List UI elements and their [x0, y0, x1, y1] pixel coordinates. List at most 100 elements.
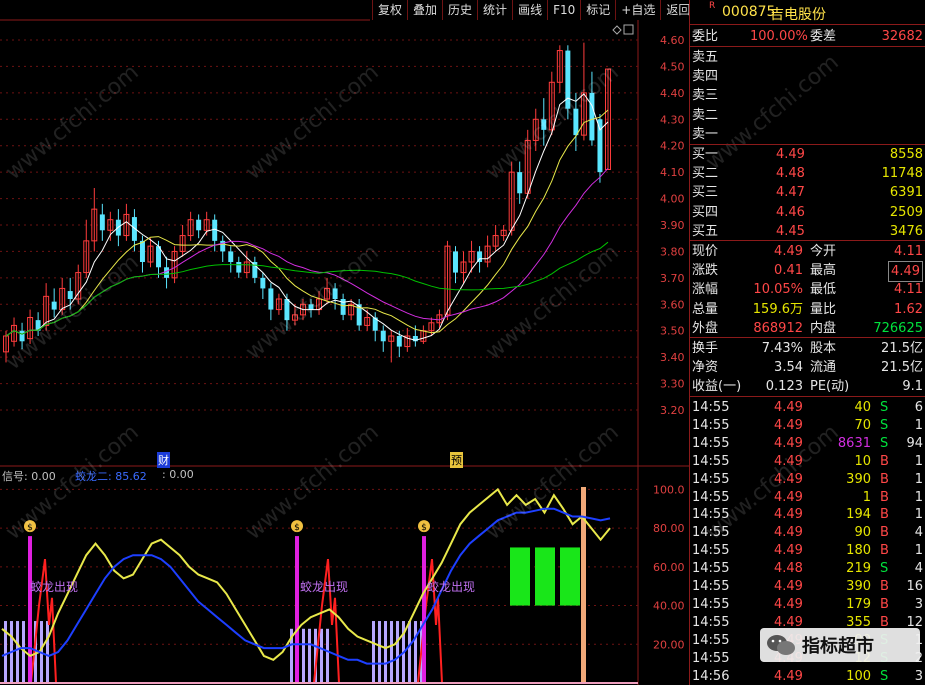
toolbar-button-3[interactable]: 统计: [477, 0, 512, 20]
tick-row: 14:55 4.49 1 B 1: [692, 488, 923, 507]
ma-line-40: [5, 241, 609, 337]
ask-label: 卖一: [692, 126, 719, 142]
base-bar: [16, 621, 19, 683]
stat-label: 涨跌: [692, 263, 719, 279]
price-tick-label: 3.80: [660, 245, 685, 258]
tick-direction: B: [880, 596, 889, 612]
fund-label: PE(动): [810, 379, 850, 395]
tick-volume: 179: [846, 596, 871, 612]
tick-volume: 194: [846, 507, 871, 523]
tick-time: 14:56: [692, 668, 730, 684]
tick-time: 14:55: [692, 489, 730, 505]
candle-body: [228, 251, 234, 262]
forecast-marker[interactable]: 预: [450, 452, 463, 468]
toolbar-button-2[interactable]: 历史: [442, 0, 477, 20]
price-tick-label: 3.70: [660, 272, 685, 285]
toolbar-button-0[interactable]: 复权: [372, 0, 407, 20]
tick-time: 14:55: [692, 596, 730, 612]
tick-direction: B: [880, 507, 889, 523]
finance-marker[interactable]: 财: [157, 452, 170, 468]
tick-price: 4.49: [774, 471, 803, 487]
tick-volume: 180: [846, 543, 871, 559]
price-tick-label: 3.30: [660, 378, 685, 391]
ask-row: 卖二: [692, 106, 923, 125]
stat-value: 10.05%: [753, 282, 803, 298]
candle-body: [268, 288, 274, 310]
tick-price: 4.49: [774, 525, 803, 541]
tick-count: 16: [906, 579, 923, 594]
stat-value: 1.62: [894, 301, 923, 317]
stat-label: 今开: [810, 244, 837, 259]
stat-label: 现价: [692, 244, 719, 259]
fund-value: 3.54: [774, 360, 803, 376]
tick-price: 4.49: [774, 543, 803, 559]
signal-text-1: 蛟龙出现: [30, 580, 79, 594]
tick-volume: 1: [862, 489, 871, 505]
base-bar: [46, 621, 49, 683]
tick-count: 1: [914, 471, 923, 487]
ask-row: 卖一: [692, 125, 923, 144]
tick-price: 4.49: [774, 453, 803, 469]
candle-body: [19, 330, 25, 342]
tick-row: 14:56 4.49 100 S 3: [692, 667, 923, 685]
tick-count: 1: [914, 543, 923, 559]
candle-body: [308, 304, 314, 310]
logo-text: 指标超市: [802, 636, 874, 657]
tick-row: 14:55 4.49 390 B 1: [692, 470, 923, 489]
stat-row: 外盘 868912 内盘 726625: [692, 319, 923, 338]
ma-line-20: [5, 167, 609, 337]
tick-row: 14:55 4.49 70 S 1: [692, 416, 923, 435]
tick-count: 3: [914, 596, 923, 612]
price-tick-label: 4.40: [660, 87, 685, 100]
candle-body: [589, 92, 595, 141]
tick-direction: B: [880, 471, 889, 487]
candle-body: [597, 119, 603, 173]
ask-label: 卖三: [692, 88, 719, 104]
indicator-tick-label: 40.00: [653, 600, 685, 613]
weibi-row: 委比 100.00% 委差 32682: [692, 29, 923, 44]
base-bar: [308, 628, 311, 683]
brand-logo: 指标超市: [760, 628, 920, 662]
tick-direction: B: [880, 525, 889, 541]
toolbar-button-6[interactable]: 标记: [580, 0, 615, 20]
tick-time: 14:55: [692, 507, 730, 523]
tick-direction: B: [880, 453, 889, 469]
signal-bar: [422, 536, 426, 683]
toolbar-button-1[interactable]: 叠加: [407, 0, 442, 20]
tick-row: 14:55 4.49 390 B 16: [692, 577, 923, 596]
price-tick-label: 3.50: [660, 325, 685, 338]
stat-value: 4.49: [774, 244, 803, 259]
tick-volume: 390: [846, 471, 871, 487]
fund-value: 0.123: [765, 379, 803, 395]
price-tick-label: 4.00: [660, 193, 685, 206]
green-block: [510, 547, 530, 606]
stat-label: 总量: [692, 301, 719, 317]
tick-row: 14:55 4.49 90 B 4: [692, 523, 923, 542]
bid-volume: 3476: [889, 223, 923, 239]
stat-label: 最高: [810, 263, 837, 279]
base-bar: [396, 621, 399, 683]
candle-body: [139, 240, 145, 262]
window-icon: [623, 24, 634, 35]
toolbar-button-5[interactable]: F10: [547, 0, 580, 20]
price-tick-label: 4.50: [660, 60, 685, 73]
candle-body: [67, 291, 73, 299]
ask-row: 卖五: [692, 48, 923, 67]
price-tick-label: 4.20: [660, 140, 685, 153]
third-label: : 0.00: [162, 468, 194, 481]
ask-row: 卖四: [692, 67, 923, 86]
indicator-tick-label: 20.00: [653, 638, 685, 651]
wechat-icon: [767, 635, 795, 655]
stat-label: 内盘: [810, 320, 837, 336]
bid-price: 4.48: [776, 166, 805, 182]
bid-row: 买四 4.46 2509: [692, 203, 923, 222]
money-bag-symbol: $: [421, 523, 427, 533]
toolbar-button-4[interactable]: 画线: [512, 0, 547, 20]
green-block: [560, 547, 580, 606]
tick-row: 14:55 4.48 219 S 4: [692, 559, 923, 578]
tick-row: 14:55 4.49 40 S 6: [692, 398, 923, 417]
fund-value: 21.5亿: [881, 360, 923, 376]
candle-body: [164, 267, 170, 278]
fund-value: 21.5亿: [881, 341, 923, 356]
toolbar-button-7[interactable]: +自选: [615, 0, 660, 20]
